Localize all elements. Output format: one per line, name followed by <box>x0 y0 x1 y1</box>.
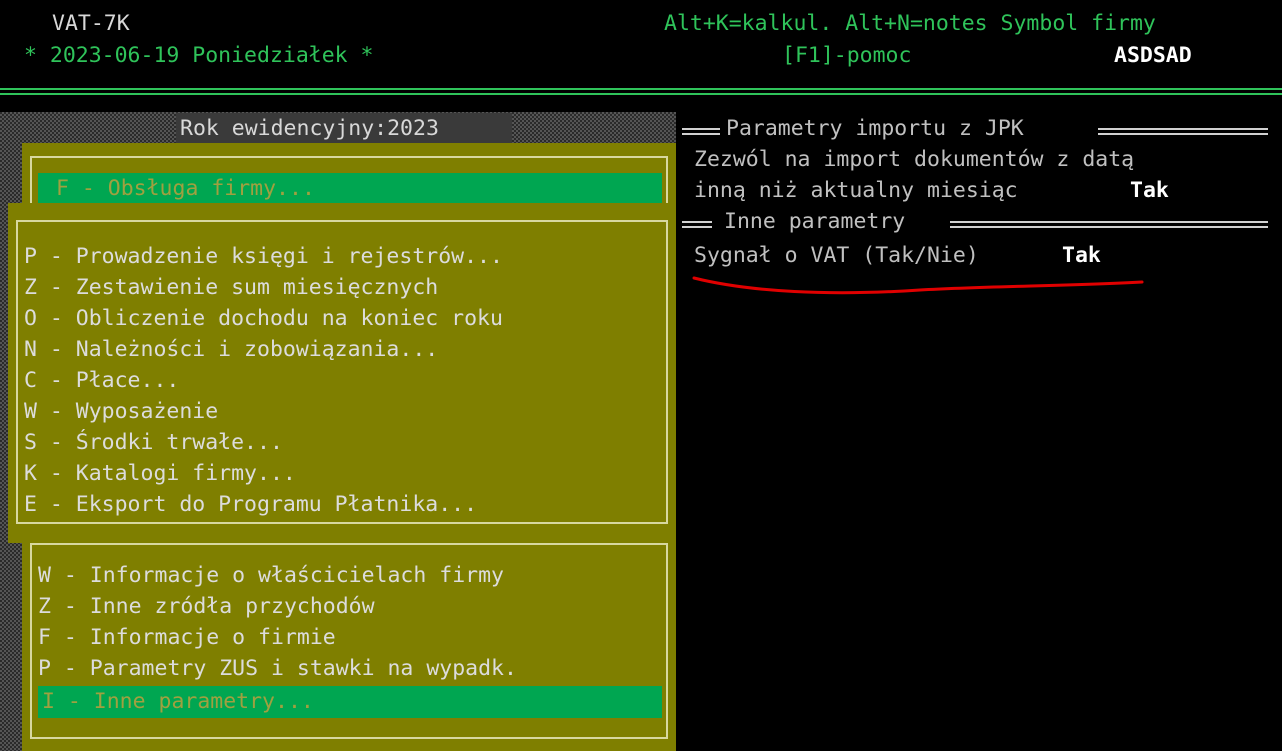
submenu-item-parametry-zus[interactable]: P - Parametry ZUS i stawki na wypadk. <box>38 653 517 684</box>
jpk-title: Parametry importu z JPK <box>726 116 1024 141</box>
menu-item-wyposazenie[interactable]: W - Wyposażenie <box>24 396 218 427</box>
menu-item-zestawienie[interactable]: Z - Zestawienie sum miesięcznych <box>24 272 438 303</box>
jpk-title-rule-left <box>682 128 720 135</box>
other-title-rule-left <box>682 221 712 228</box>
submenu-item-wlasciciele[interactable]: W - Informacje o właścicielach firmy <box>38 560 504 591</box>
other-params-title: Inne parametry <box>724 209 906 234</box>
menu-item-place[interactable]: C - Płace... <box>24 365 179 396</box>
vat-signal-value[interactable]: Tak <box>1062 240 1101 271</box>
red-underline-annotation <box>692 276 1144 295</box>
menu-item-ksiega[interactable]: P - Prowadzenie księgi i rejestrów... <box>24 241 503 272</box>
submenu-selected[interactable]: I - Inne parametry... <box>38 686 662 718</box>
menu-item-srodki-trwale[interactable]: S - Środki trwałe... <box>24 427 283 458</box>
shortcut-hints: Alt+K=kalkul. Alt+N=notes Symbol firmy <box>664 11 1156 36</box>
menu-item-obliczenie[interactable]: O - Obliczenie dochodu na koniec roku <box>24 303 503 334</box>
header-divider <box>0 88 1282 95</box>
jpk-line2: inną niż aktualny miesiąc <box>694 178 1018 203</box>
menu-item-katalogi[interactable]: K - Katalogi firmy... <box>24 458 296 489</box>
other-title-rule-right <box>950 221 1268 228</box>
help-hint[interactable]: [F1]-pomoc <box>782 40 911 71</box>
program-name: VAT-7K <box>52 11 130 36</box>
jpk-line1: Zezwól na import dokumentów z datą <box>694 147 1135 172</box>
menu-item-naleznosci[interactable]: N - Należności i zobowiązania... <box>24 334 438 365</box>
year-label: Rok ewidencyjny:2023 <box>180 116 439 141</box>
jpk-title-rule-right <box>1098 128 1268 135</box>
jpk-import-value[interactable]: Tak <box>1130 175 1169 206</box>
submenu-item-informacje-firma[interactable]: F - Informacje o firmie <box>38 622 336 653</box>
submenu-item-inne-zrodla[interactable]: Z - Inne zródła przychodów <box>38 591 375 622</box>
vat-signal-label: Sygnał o VAT (Tak/Nie) <box>694 243 979 268</box>
menu-item-eksport[interactable]: E - Eksport do Programu Płatnika... <box>24 489 477 520</box>
date-line: * 2023-06-19 Poniedziałek * <box>24 43 374 68</box>
company-symbol: ASDSAD <box>1114 43 1192 68</box>
submenu-selected-label: I - Inne parametry... <box>42 689 314 714</box>
top-menu-selected-label: F - Obsługa firmy... <box>56 176 315 201</box>
top-menu-selected[interactable]: F - Obsługa firmy... <box>38 173 662 205</box>
